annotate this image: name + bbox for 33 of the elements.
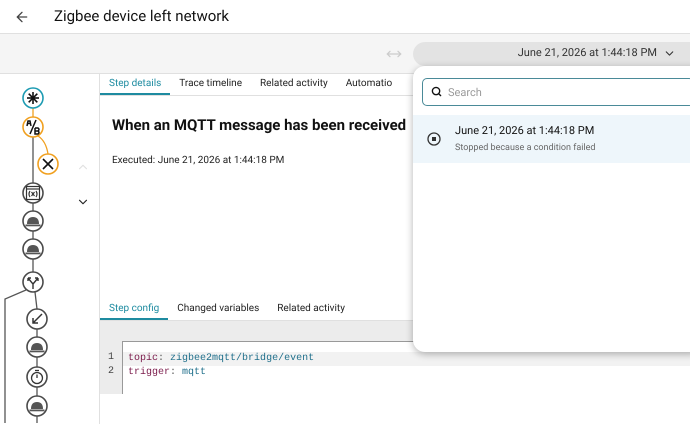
failed-node[interactable] [37,153,59,175]
page-title: Zigbee device left network [54,6,229,28]
line-number: 1 [106,351,115,365]
tab[interactable]: Step details [100,74,170,95]
run-item[interactable]: June 21, 2026 at 1:44:18 PM Stopped because a condition failed [413,115,690,163]
search-field[interactable]: Search [422,78,690,106]
back-icon[interactable] [14,8,30,24]
condition-node[interactable] [22,116,44,138]
service-node[interactable] [22,238,44,260]
tab[interactable]: Trace timeline [170,74,252,95]
connector-line [32,137,34,183]
run-picker[interactable]: June 21, 2026 at 1:44:18 PM [413,42,690,66]
trigger-node[interactable] [22,87,44,109]
stop-icon [427,132,441,146]
search-icon [431,86,442,97]
variables-node[interactable] [22,182,44,204]
connector-line [32,203,34,272]
tab[interactable]: Related activity [268,299,354,320]
service-node[interactable] [26,395,48,417]
run-time: June 21, 2026 at 1:44:18 PM [455,122,596,138]
line-number: 2 [106,365,115,379]
connector-line [38,135,49,154]
step-title: When an MQTT message has been received [112,115,406,136]
run-status: Stopped because a condition failed [455,142,596,155]
delay-node[interactable] [26,366,48,388]
tab[interactable]: Changed variables [168,299,268,320]
choose-node[interactable] [22,271,44,293]
service-node[interactable] [22,210,44,232]
executed-time: Executed: June 21, 2026 at 1:44:18 PM [112,154,284,168]
service-node[interactable] [26,336,48,358]
code-line: trigger: mqtt [127,366,208,380]
tab[interactable]: Related activity [251,74,337,95]
tab[interactable]: Automatio [336,74,402,95]
